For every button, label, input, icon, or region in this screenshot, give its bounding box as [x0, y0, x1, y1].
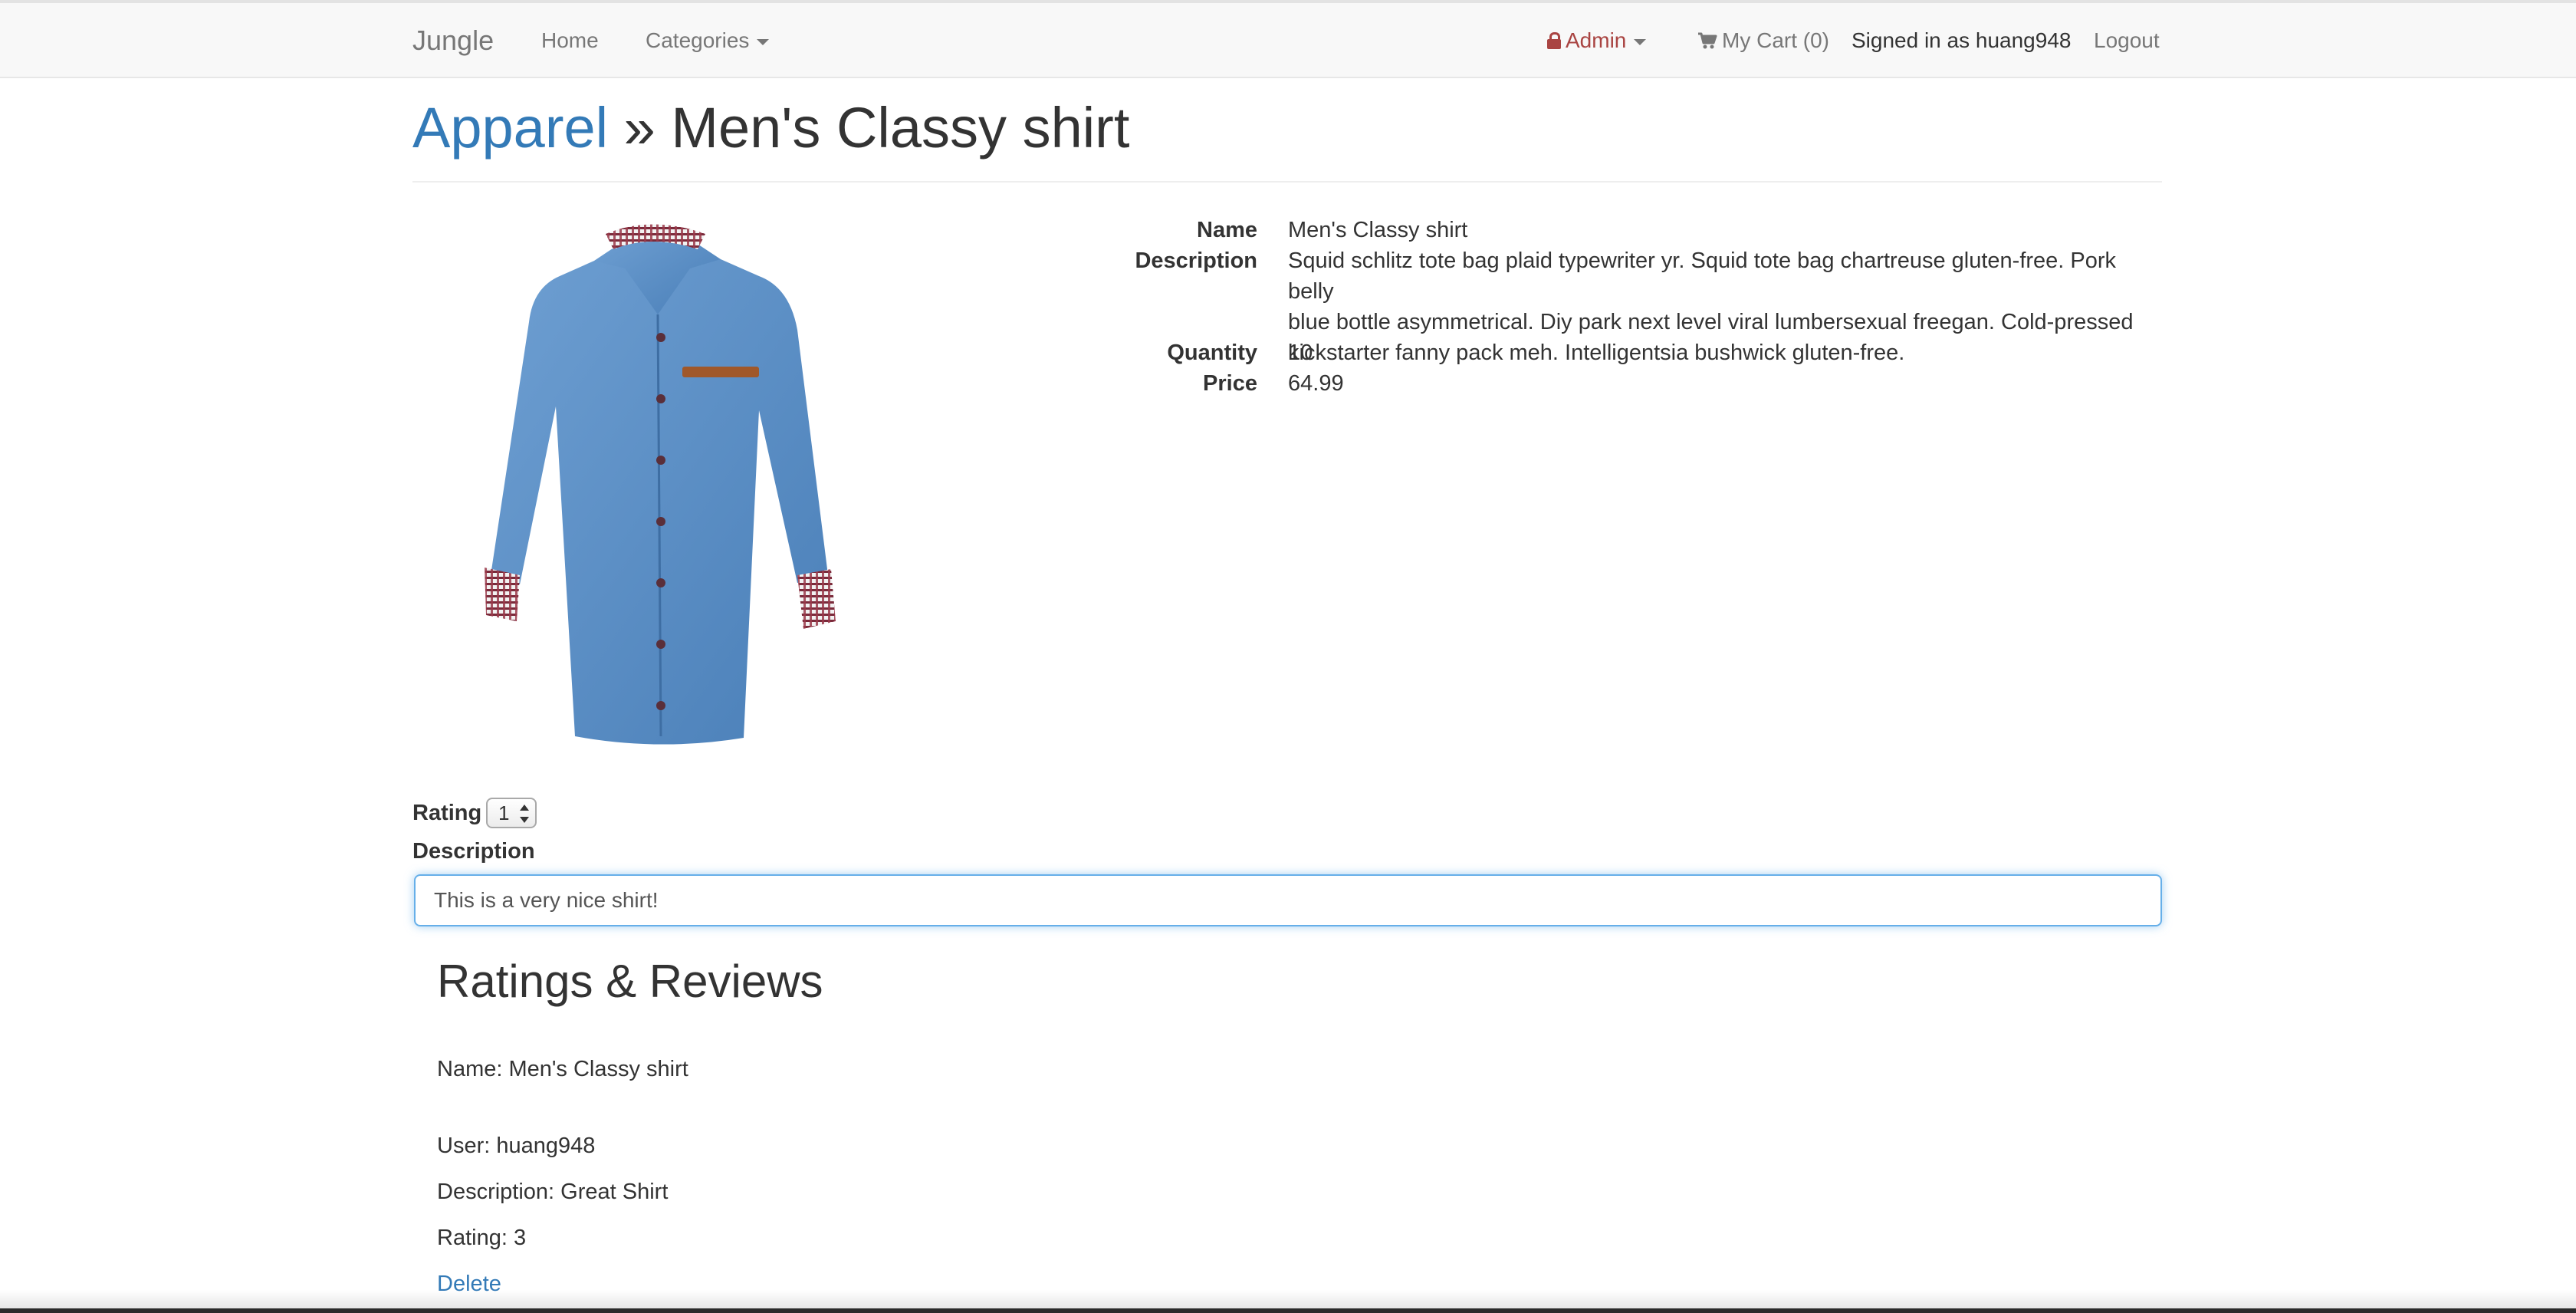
rating-select[interactable]: 1 [486, 798, 537, 828]
page-title: Apparel » Men's Classy shirt [412, 86, 1129, 170]
product-image [485, 224, 836, 745]
rating-select-value: 1 [498, 801, 510, 824]
review-description: Description: Great Shirt [437, 1180, 669, 1204]
product-description-label: Description [1135, 248, 1257, 273]
nav-categories-label: Categories [646, 28, 750, 52]
product-description-line: blue bottle asymmetrical. Diy park next … [1288, 310, 2134, 334]
nav-cart[interactable]: My Cart (0) [1697, 3, 1829, 78]
window-bottom-edge [0, 1308, 2576, 1313]
shopping-cart-icon [1698, 32, 1717, 49]
title-divider [412, 181, 2162, 183]
breadcrumb-category-link[interactable]: Apparel [412, 96, 608, 160]
product-title: Men's Classy shirt [671, 96, 1130, 160]
lock-icon [1547, 32, 1561, 49]
product-description-line: Squid schlitz tote bag plaid typewriter … [1288, 248, 2117, 304]
select-arrows-icon [520, 805, 529, 823]
product-name-value: Men's Classy shirt [1288, 218, 1468, 242]
nav-admin-label: Admin [1566, 28, 1627, 52]
review-description-input[interactable] [414, 874, 2162, 926]
breadcrumb-separator: » [623, 96, 656, 160]
chevron-down-icon [1634, 38, 1647, 45]
logout-link[interactable]: Logout [2094, 3, 2160, 78]
nav-home[interactable]: Home [541, 3, 599, 78]
nav-admin-dropdown[interactable]: Admin [1547, 3, 1647, 78]
rating-label: Rating [412, 801, 482, 825]
product-price-label: Price [1203, 371, 1257, 396]
brand-link[interactable]: Jungle [412, 3, 494, 78]
reviews-heading: Ratings & Reviews [437, 956, 823, 1007]
chevron-down-icon [757, 38, 770, 45]
review-rating: Rating: 3 [437, 1226, 527, 1250]
product-quantity-label: Quantity [1167, 341, 1257, 365]
review-product-name: Name: Men's Classy shirt [437, 1057, 688, 1081]
product-name-label: Name [1197, 218, 1257, 242]
review-user: User: huang948 [437, 1134, 596, 1158]
product-price-value: 64.99 [1288, 371, 1344, 396]
nav-categories-dropdown[interactable]: Categories [646, 3, 770, 78]
nav-cart-label: My Cart (0) [1722, 28, 1829, 52]
navbar: Jungle Home Categories Admin My Cart (0)… [0, 3, 2576, 78]
review-description-label: Description [412, 839, 535, 864]
signed-in-text: Signed in as huang948 [1852, 28, 2072, 52]
product-quantity-value: 10 [1288, 341, 1313, 365]
